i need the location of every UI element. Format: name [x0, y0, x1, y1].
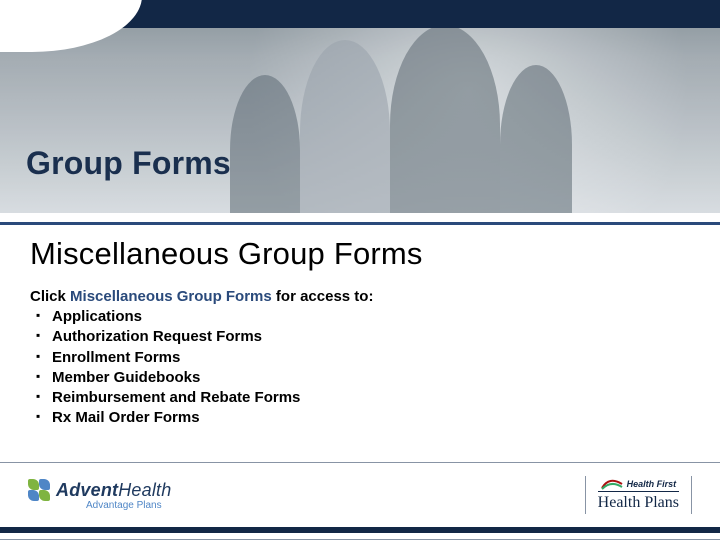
list-item: Authorization Request Forms	[30, 327, 690, 347]
footer-rule-top	[0, 462, 720, 463]
lead-prefix: Click	[30, 288, 70, 305]
healthfirst-swoosh-icon	[601, 478, 623, 490]
content: Miscellaneous Group Forms Click Miscella…	[30, 236, 690, 429]
list-item: Enrollment Forms	[30, 348, 690, 368]
list-item: Member Guidebooks	[30, 368, 690, 388]
footer-logos: AdventHealth Advantage Plans Health Firs…	[28, 468, 692, 522]
healthfirst-main: Health Plans	[598, 494, 679, 512]
photo-silhouette	[230, 75, 300, 225]
items-list: Applications Authorization Request Forms…	[30, 307, 690, 429]
adventhealth-mark-icon	[28, 479, 50, 501]
adventhealth-subtext: Advantage Plans	[86, 500, 162, 511]
advent-word-b: Health	[118, 480, 171, 500]
advent-word-a: Advent	[56, 480, 118, 500]
hero-title: Group Forms	[26, 145, 231, 182]
photo-silhouette	[500, 65, 572, 225]
lead-sentence: Click Miscellaneous Group Forms for acce…	[30, 288, 690, 305]
footer-rule-thick	[0, 527, 720, 533]
lead-link[interactable]: Miscellaneous Group Forms	[70, 288, 272, 305]
adventhealth-logo: AdventHealth Advantage Plans	[28, 479, 171, 511]
lead-suffix: for access to:	[272, 288, 374, 305]
healthfirst-brand: Health First	[627, 479, 677, 489]
footer: AdventHealth Advantage Plans Health Firs…	[0, 462, 720, 540]
hero-divider	[0, 213, 720, 225]
healthfirst-logo: Health First Health Plans	[585, 476, 692, 514]
hero-banner: Group Forms	[0, 0, 720, 225]
photo-silhouette	[390, 25, 500, 225]
photo-silhouette	[300, 40, 390, 225]
list-item: Rx Mail Order Forms	[30, 408, 690, 428]
list-item: Applications	[30, 307, 690, 327]
healthfirst-divider	[598, 491, 679, 492]
content-title: Miscellaneous Group Forms	[30, 236, 690, 272]
list-item: Reimbursement and Rebate Forms	[30, 388, 690, 408]
slide: Group Forms Miscellaneous Group Forms Cl…	[0, 0, 720, 540]
adventhealth-wordmark: AdventHealth	[56, 480, 171, 501]
hero-title-wrap: Group Forms	[26, 145, 231, 182]
